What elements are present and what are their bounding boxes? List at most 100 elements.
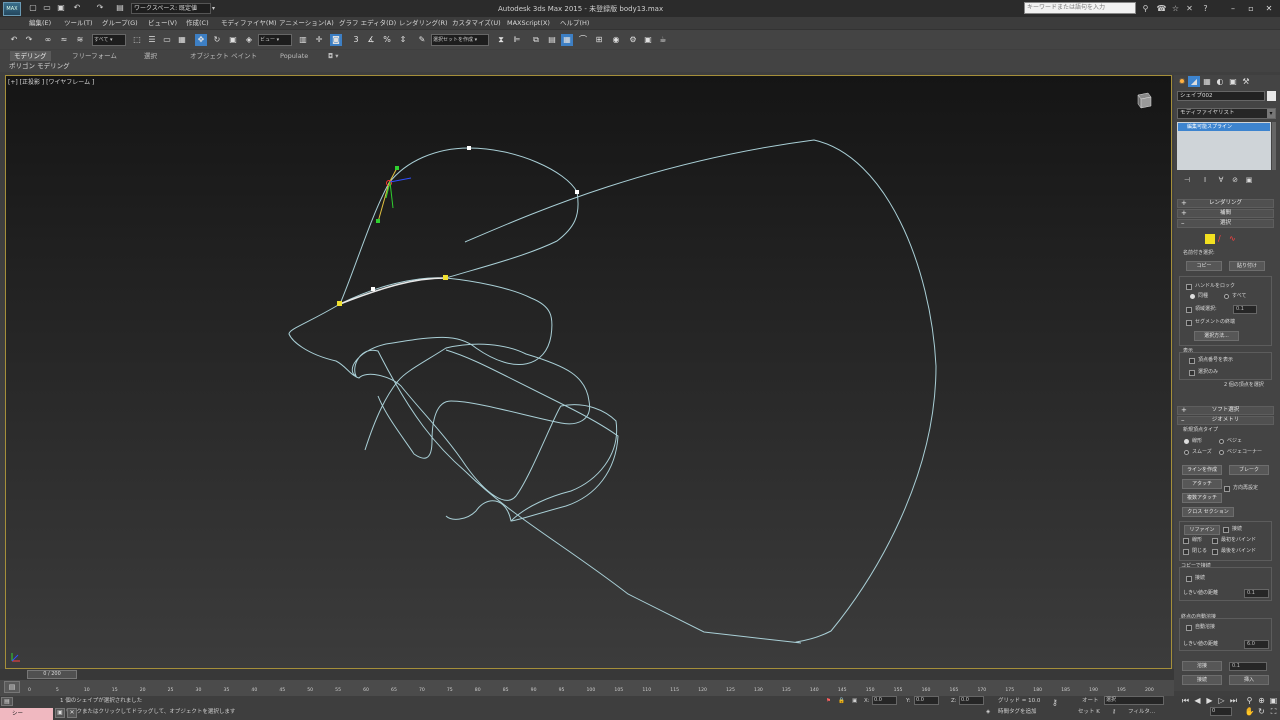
select-scale-icon[interactable]: ▣ bbox=[227, 34, 239, 46]
copy-button[interactable]: コピー bbox=[1186, 261, 1222, 271]
viewcube-icon[interactable] bbox=[1136, 91, 1152, 109]
schematic-view-icon[interactable]: ⊞ bbox=[593, 34, 605, 46]
set-key-button[interactable]: セット K bbox=[1078, 708, 1100, 716]
motion-tab-icon[interactable]: ◐ bbox=[1214, 76, 1226, 87]
stack-scrollbar[interactable] bbox=[1272, 122, 1276, 170]
scene-explorer-icon[interactable]: ⧉ bbox=[530, 34, 542, 46]
segment-end-checkbox[interactable] bbox=[1186, 320, 1192, 326]
menu-maxscript[interactable]: MAXScript(X) bbox=[507, 18, 550, 28]
layer-icon[interactable]: ▤ bbox=[1, 697, 13, 706]
attach-multiple-button[interactable]: 複数アタッチ bbox=[1182, 493, 1222, 503]
lock-icon[interactable]: 🔒 bbox=[838, 697, 845, 705]
menu-modifiers[interactable]: モディファイヤ(M) bbox=[221, 18, 277, 28]
maximize-viewport-icon[interactable]: ⛶ bbox=[1268, 707, 1279, 717]
pivot-center-icon[interactable]: ▥ bbox=[297, 34, 309, 46]
undo-icon[interactable]: ↶ bbox=[72, 3, 82, 13]
bind-last-checkbox[interactable] bbox=[1212, 549, 1218, 555]
insert-button[interactable]: 挿入 bbox=[1229, 675, 1269, 685]
tab-freeform[interactable]: フリーフォーム bbox=[72, 51, 117, 61]
close-icon[interactable]: ✕ bbox=[1262, 3, 1276, 14]
ribbon-options-icon[interactable]: ◘ ▾ bbox=[328, 51, 338, 61]
auto-key-button[interactable]: オート bbox=[1082, 697, 1099, 705]
bezier-radio[interactable] bbox=[1219, 439, 1224, 444]
lock-handles-checkbox[interactable] bbox=[1186, 284, 1192, 290]
search-input[interactable]: キーワードまたは語句を入力 bbox=[1024, 2, 1136, 14]
menu-tools[interactable]: ツール(T) bbox=[64, 18, 93, 28]
area-selection-checkbox[interactable] bbox=[1186, 307, 1192, 313]
break-button[interactable]: ブレーク bbox=[1229, 465, 1269, 475]
menu-help[interactable]: ヘルプ(H) bbox=[560, 18, 589, 28]
select-move-icon[interactable]: ✥ bbox=[195, 34, 207, 46]
save-icon[interactable]: ▣ bbox=[56, 3, 66, 13]
show-end-result-icon[interactable]: Ⅰ bbox=[1200, 175, 1210, 185]
render-production-icon[interactable]: ☕ bbox=[657, 34, 669, 46]
maximize-icon[interactable]: ▫ bbox=[1244, 3, 1258, 14]
help-icon[interactable]: ? bbox=[1200, 3, 1211, 14]
close-icon[interactable]: ✕ bbox=[67, 708, 77, 718]
modifier-list-dropdown[interactable]: モディファイヤリスト ▾ bbox=[1177, 108, 1276, 119]
object-name-field[interactable]: シェイプ002 bbox=[1177, 91, 1265, 101]
project-folder-icon[interactable]: ▤ bbox=[115, 3, 125, 13]
undo-icon[interactable]: ↶ bbox=[8, 34, 20, 46]
curve-editor-icon[interactable]: ⌒ bbox=[577, 34, 589, 46]
modify-tab-icon[interactable]: ◢ bbox=[1188, 76, 1200, 87]
rectangular-selection-icon[interactable]: ▭ bbox=[161, 34, 173, 46]
show-vertex-numbers-checkbox[interactable] bbox=[1189, 358, 1195, 364]
closed-checkbox[interactable] bbox=[1183, 549, 1189, 555]
unlink-icon[interactable]: ≈ bbox=[58, 34, 70, 46]
connect-checkbox[interactable] bbox=[1223, 527, 1229, 533]
play-icon[interactable]: ▶ bbox=[1204, 696, 1215, 706]
isolate-selection-icon[interactable]: ▣ bbox=[55, 708, 65, 718]
smooth-radio[interactable] bbox=[1184, 450, 1189, 455]
zoom-all-icon[interactable]: ⊕ bbox=[1256, 696, 1267, 706]
go-to-start-icon[interactable]: ⏮ bbox=[1180, 696, 1191, 706]
mirror-icon[interactable]: ⧗ bbox=[495, 34, 507, 46]
x-coordinate-field[interactable]: 0.0 bbox=[872, 696, 897, 705]
cross-section-button[interactable]: クロス セクション bbox=[1182, 507, 1234, 517]
favorites-icon[interactable]: ☆ bbox=[1170, 3, 1181, 14]
render-setup-icon[interactable]: ⚙ bbox=[627, 34, 639, 46]
connect-copy-checkbox[interactable] bbox=[1186, 576, 1192, 582]
threshold-spinner[interactable]: 0.1 bbox=[1244, 589, 1269, 598]
select-rotate-icon[interactable]: ↻ bbox=[211, 34, 223, 46]
add-time-tag[interactable]: 時間タグを追加 bbox=[998, 708, 1037, 716]
chevron-down-icon[interactable]: ▾ bbox=[212, 3, 220, 14]
next-frame-icon[interactable]: ▷ bbox=[1216, 696, 1227, 706]
rollout-soft-selection[interactable]: + ソフト選択 bbox=[1177, 406, 1274, 415]
threshold-2-spinner[interactable]: 6.0 bbox=[1244, 640, 1269, 649]
select-by-button[interactable]: 選択方法... bbox=[1194, 331, 1239, 341]
menu-group[interactable]: グループ(G) bbox=[102, 18, 138, 28]
key-filters-button[interactable]: フィルタ... bbox=[1128, 708, 1155, 716]
orbit-icon[interactable]: ↻ bbox=[1256, 707, 1267, 717]
bezier-corner-radio[interactable] bbox=[1219, 450, 1224, 455]
menu-edit[interactable]: 編集(E) bbox=[29, 18, 51, 28]
absolute-mode-icon[interactable]: ▣ bbox=[852, 697, 857, 705]
modifier-stack[interactable]: 編集可能スプライン bbox=[1177, 122, 1271, 170]
previous-frame-icon[interactable]: ◀ bbox=[1192, 696, 1203, 706]
ribbon-subpanel-label[interactable]: ポリゴン モデリング bbox=[9, 62, 70, 70]
alike-radio[interactable] bbox=[1190, 294, 1195, 299]
minimize-icon[interactable]: – bbox=[1226, 3, 1240, 14]
mini-curve-editor-icon[interactable]: ▤ bbox=[4, 681, 20, 693]
rendered-frame-window-icon[interactable]: ▣ bbox=[642, 34, 654, 46]
reorient-checkbox[interactable] bbox=[1224, 486, 1230, 492]
viewport-orthographic[interactable]: [+] [正投影 ] [ワイヤフレーム ] bbox=[5, 75, 1172, 669]
menu-view[interactable]: ビュー(V) bbox=[148, 18, 177, 28]
angle-snap-icon[interactable]: ∡ bbox=[365, 34, 377, 46]
spinner-snap-icon[interactable]: ⇕ bbox=[397, 34, 409, 46]
y-coordinate-field[interactable]: 0.0 bbox=[914, 696, 939, 705]
pin-stack-icon[interactable]: ⊣ bbox=[1182, 175, 1192, 185]
named-selection-set-dropdown[interactable]: 選択セットを作成 ▾ bbox=[431, 34, 489, 46]
weld-spinner[interactable]: 0.1 bbox=[1229, 662, 1267, 671]
open-file-icon[interactable]: ▭ bbox=[42, 3, 52, 13]
remove-modifier-icon[interactable]: ⊘ bbox=[1230, 175, 1240, 185]
menu-animation[interactable]: アニメーション(A) bbox=[279, 18, 334, 28]
tab-selection[interactable]: 選択 bbox=[144, 51, 157, 61]
select-by-name-icon[interactable]: ☰ bbox=[146, 34, 158, 46]
connect-button[interactable]: 接続 bbox=[1182, 675, 1222, 685]
bind-space-warp-icon[interactable]: ≋ bbox=[74, 34, 86, 46]
bind-first-checkbox[interactable] bbox=[1212, 538, 1218, 544]
weld-button[interactable]: 溶接 bbox=[1182, 661, 1222, 671]
area-selection-spinner[interactable]: 0.1 bbox=[1233, 305, 1257, 314]
zoom-icon[interactable]: ⚲ bbox=[1244, 696, 1255, 706]
